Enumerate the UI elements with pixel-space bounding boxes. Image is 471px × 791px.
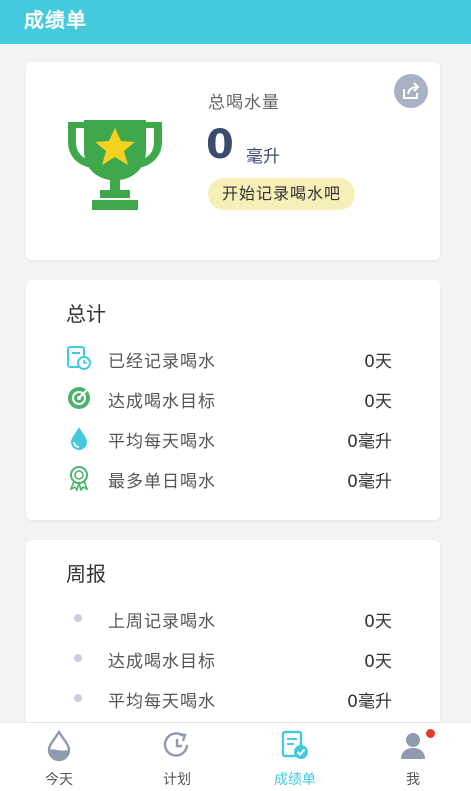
target-icon: [68, 387, 90, 409]
row-label: 上周记录喝水: [108, 612, 216, 632]
share-button[interactable]: [394, 74, 428, 108]
total-value: 0: [206, 122, 234, 168]
list-item: 最多单日喝水 0毫升: [66, 462, 392, 492]
row-label: 达成喝水目标: [108, 652, 216, 672]
start-recording-button[interactable]: 开始记录喝水吧: [208, 178, 356, 210]
trophy-icon: [68, 120, 162, 210]
list-item: 达成喝水目标 0天: [66, 382, 392, 412]
row-value: 0天: [364, 352, 392, 372]
page-title: 成绩单: [24, 8, 87, 32]
row-value: 0毫升: [347, 472, 392, 492]
tab-label: 我: [406, 772, 420, 788]
row-value: 0天: [364, 652, 392, 672]
row-value: 0毫升: [347, 692, 392, 712]
tab-label: 计划: [163, 772, 191, 788]
water-drop-icon: [47, 729, 71, 761]
list-item: 已经记录喝水 0天: [66, 342, 392, 372]
row-value: 0毫升: [347, 432, 392, 452]
bullet-dot: [74, 654, 82, 662]
notification-badge: [426, 729, 435, 738]
summary-card: 总计 已经记录喝水 0天 达成喝水目标 0天 平均每天喝水 0毫升 最多单日喝水…: [26, 280, 440, 520]
list-item: 平均每天喝水 0毫升: [66, 682, 392, 712]
list-item: 平均每天喝水 0毫升: [66, 422, 392, 452]
row-label: 达成喝水目标: [108, 392, 216, 412]
share-icon: [403, 82, 420, 99]
bottom-tab-bar: 今天 计划 成绩单 我: [0, 722, 471, 791]
summary-title: 总计: [66, 302, 106, 326]
list-item: 达成喝水目标 0天: [66, 642, 392, 672]
tab-label: 今天: [45, 772, 73, 788]
user-icon: [401, 733, 425, 759]
medal-icon: [69, 466, 89, 491]
water-drop-icon: [71, 427, 87, 450]
tab-plan[interactable]: 计划: [118, 723, 236, 791]
row-label: 平均每天喝水: [108, 692, 216, 712]
bullet-dot: [74, 694, 82, 702]
row-value: 0天: [364, 612, 392, 632]
tab-today[interactable]: 今天: [0, 723, 118, 791]
total-label: 总喝水量: [208, 93, 280, 113]
list-item: 上周记录喝水 0天: [66, 602, 392, 632]
clock-refresh-icon: [163, 732, 189, 757]
tab-label: 成绩单: [274, 772, 316, 788]
row-value: 0天: [364, 392, 392, 412]
tab-report[interactable]: 成绩单: [236, 723, 354, 791]
weekly-card: 周报 上周记录喝水 0天 达成喝水目标 0天 平均每天喝水 0毫升: [26, 540, 440, 730]
total-card: 总喝水量 0 毫升 开始记录喝水吧: [26, 62, 440, 260]
row-label: 已经记录喝水: [108, 352, 216, 372]
tab-me[interactable]: 我: [354, 723, 471, 791]
app-header: 成绩单: [0, 0, 471, 44]
row-label: 最多单日喝水: [108, 472, 216, 492]
total-unit: 毫升: [246, 147, 280, 167]
row-label: 平均每天喝水: [108, 432, 216, 452]
bullet-dot: [74, 614, 82, 622]
calendar-clock-icon: [67, 346, 91, 370]
report-check-icon: [281, 730, 308, 759]
weekly-title: 周报: [66, 562, 106, 586]
